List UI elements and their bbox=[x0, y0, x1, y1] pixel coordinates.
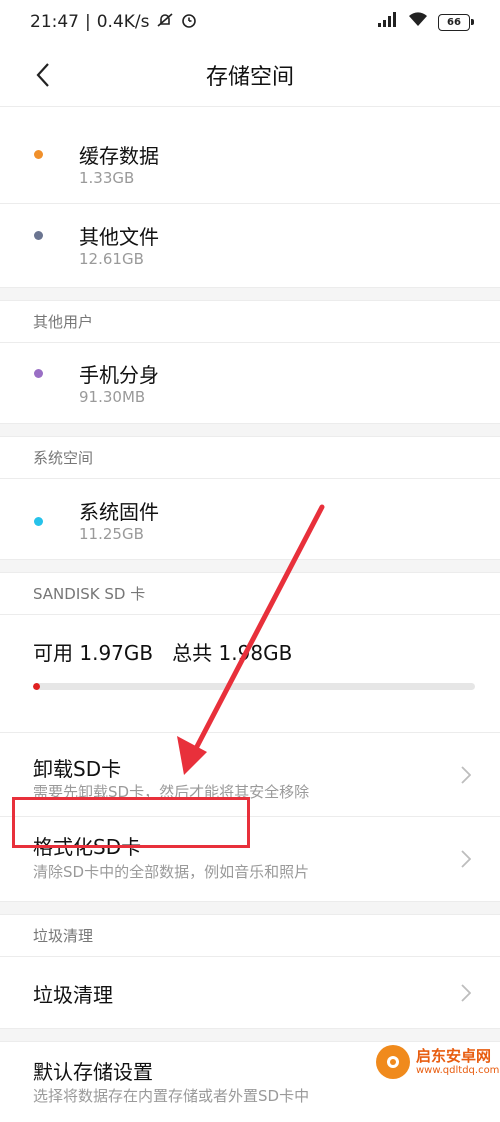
color-dot bbox=[34, 231, 43, 240]
chevron-right-icon bbox=[458, 982, 474, 1004]
chevron-right-icon bbox=[458, 764, 474, 786]
storage-item-other-files[interactable]: 其他文件 12.61GB bbox=[0, 204, 500, 287]
title-bar: 存储空间 bbox=[0, 44, 500, 106]
action-title: 默认存储设置 bbox=[33, 1060, 153, 1084]
status-separator: | bbox=[85, 12, 91, 32]
action-subtitle: 需要先卸载SD卡，然后才能将其安全移除 bbox=[33, 783, 310, 801]
section-gap bbox=[0, 423, 500, 437]
sd-usage-text: 可用 1.97GB 总共 1.98GB bbox=[33, 641, 293, 665]
item-title: 缓存数据 bbox=[79, 144, 159, 168]
page-title: 存储空间 bbox=[205, 65, 294, 90]
chevron-right-icon bbox=[458, 848, 474, 870]
status-right: 66 bbox=[378, 12, 474, 32]
storage-item-system-firmware[interactable]: 系统固件 11.25GB bbox=[0, 479, 500, 559]
junk-cleanup-button[interactable]: 垃圾清理 bbox=[0, 957, 500, 1028]
battery-icon: 66 bbox=[438, 13, 474, 31]
section-header-junk: 垃圾清理 bbox=[0, 915, 500, 957]
color-dot bbox=[34, 369, 43, 378]
sd-usage-bar bbox=[33, 683, 475, 690]
item-size: 11.25GB bbox=[79, 525, 144, 543]
color-dot bbox=[34, 517, 43, 526]
status-bar: 21:47 | 0.4K/s 66 bbox=[0, 0, 500, 44]
watermark-text: 启东安卓网 www.qdltdq.com bbox=[416, 1048, 499, 1076]
unmount-sd-button[interactable]: 卸载SD卡 需要先卸载SD卡，然后才能将其安全移除 bbox=[0, 733, 500, 817]
network-speed: 0.4K/s bbox=[96, 12, 150, 32]
item-title: 系统固件 bbox=[79, 500, 159, 524]
item-title: 手机分身 bbox=[79, 363, 159, 387]
section-gap bbox=[0, 901, 500, 915]
action-subtitle: 清除SD卡中的全部数据，例如音乐和照片 bbox=[33, 863, 310, 881]
watermark: 启东安卓网 www.qdltdq.com bbox=[376, 1040, 500, 1084]
section-header-system-space: 系统空间 bbox=[0, 437, 500, 479]
item-size: 1.33GB bbox=[79, 169, 135, 187]
section-gap bbox=[0, 287, 500, 301]
sd-usage-bar-fill bbox=[33, 683, 40, 690]
back-button[interactable] bbox=[26, 58, 60, 92]
action-title: 卸载SD卡 bbox=[33, 757, 122, 781]
section-gap bbox=[0, 559, 500, 573]
section-header-sd-card: SANDISK SD 卡 bbox=[0, 573, 500, 615]
signal-icon bbox=[378, 12, 398, 32]
action-title: 垃圾清理 bbox=[33, 983, 113, 1007]
status-left: 21:47 | 0.4K/s bbox=[30, 11, 198, 34]
clock: 21:47 bbox=[30, 12, 79, 32]
storage-item-cache[interactable]: 缓存数据 1.33GB bbox=[0, 107, 500, 204]
item-size: 91.30MB bbox=[79, 388, 146, 406]
color-dot bbox=[34, 150, 43, 159]
item-size: 12.61GB bbox=[79, 250, 144, 268]
chevron-left-icon bbox=[36, 63, 49, 87]
wifi-icon bbox=[408, 12, 428, 32]
action-title: 格式化SD卡 bbox=[33, 835, 142, 859]
alarm-icon bbox=[180, 11, 198, 34]
storage-item-second-space[interactable]: 手机分身 91.30MB bbox=[0, 343, 500, 423]
watermark-name: 启东安卓网 bbox=[416, 1047, 492, 1066]
watermark-url: www.qdltdq.com bbox=[416, 1064, 500, 1076]
item-title: 其他文件 bbox=[79, 225, 159, 249]
content: 缓存数据 1.33GB 其他文件 12.61GB 其他用户 手机分身 91.30… bbox=[0, 106, 500, 1122]
battery-level: 66 bbox=[447, 16, 461, 28]
sd-card-usage: 可用 1.97GB 总共 1.98GB bbox=[0, 615, 500, 733]
action-subtitle: 选择将数据存在内置存储或者外置SD卡中 bbox=[33, 1087, 310, 1105]
section-header-other-users: 其他用户 bbox=[0, 301, 500, 343]
format-sd-button[interactable]: 格式化SD卡 清除SD卡中的全部数据，例如音乐和照片 bbox=[0, 817, 500, 901]
mute-icon bbox=[156, 11, 174, 34]
watermark-logo-icon bbox=[376, 1045, 410, 1079]
